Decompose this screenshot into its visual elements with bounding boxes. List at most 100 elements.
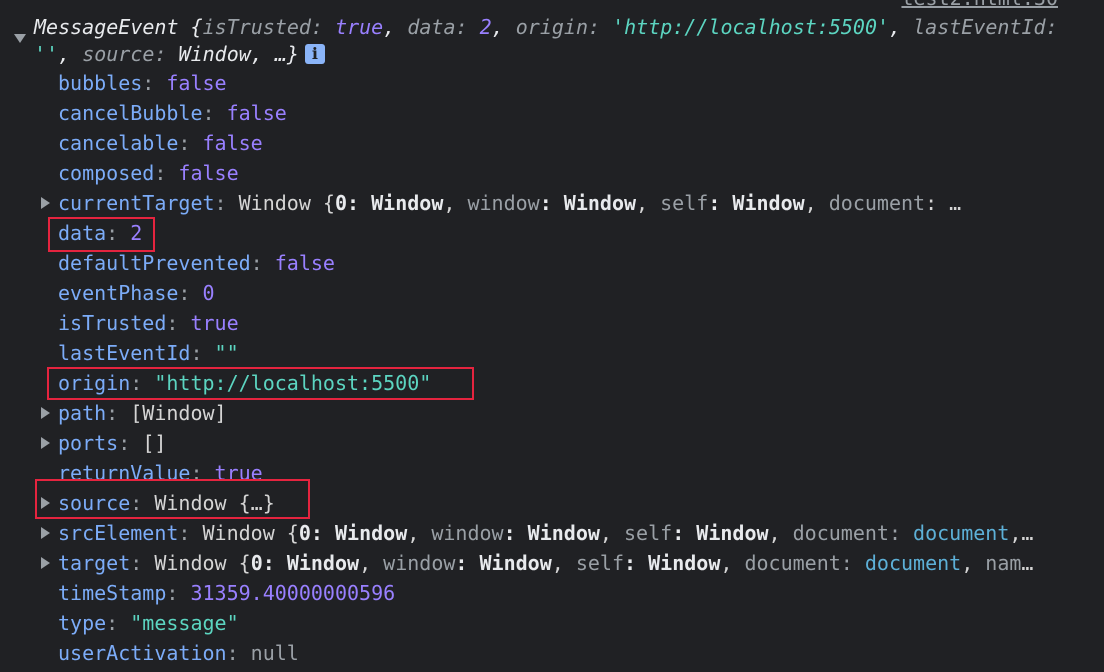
- property-value: false: [166, 71, 227, 95]
- preview-key: window: [431, 521, 504, 545]
- collapse-caret-icon[interactable]: [14, 34, 26, 43]
- preview-key: nam: [985, 551, 1022, 575]
- property-key: defaultPrevented: [58, 251, 251, 275]
- preview-key: self: [660, 191, 709, 215]
- colon: :: [166, 581, 191, 605]
- property-row-srcelement[interactable]: srcElement: Window {0: Window, window: W…: [58, 518, 1062, 548]
- property-row-cancelbubble: cancelBubble: false: [58, 98, 1062, 128]
- info-icon[interactable]: i: [304, 44, 325, 64]
- preview-class: Window: [154, 551, 227, 575]
- property-value: true: [190, 311, 239, 335]
- expand-triangle-icon[interactable]: [41, 197, 50, 209]
- property-row-lasteventid: lastEventId: "": [58, 338, 1062, 368]
- property-row-composed: composed: false: [58, 158, 1062, 188]
- preview-key: source: [82, 42, 155, 66]
- source-link[interactable]: test2.html:30: [901, 0, 1058, 10]
- property-value: [Window]: [130, 401, 227, 425]
- preview-key: lastEventId: [913, 15, 1046, 39]
- property-key: type: [58, 611, 107, 635]
- preview-value: Window: [334, 521, 408, 545]
- property-row-istrusted: isTrusted: true: [58, 308, 1062, 338]
- comma: ,: [359, 551, 384, 575]
- comma: ,: [961, 551, 986, 575]
- property-key: cancelBubble: [58, 101, 203, 125]
- colon: :: [587, 15, 613, 39]
- property-key: isTrusted: [58, 311, 167, 335]
- property-value: "": [214, 341, 239, 365]
- expand-triangle-icon[interactable]: [41, 437, 50, 449]
- property-row-defaultprevented: defaultPrevented: false: [58, 248, 1062, 278]
- property-row-ports[interactable]: ports: []: [58, 428, 1062, 458]
- preview-key: origin: [515, 15, 588, 39]
- highlight-box-origin: [47, 367, 474, 400]
- property-key: ports: [58, 431, 119, 455]
- property-value: false: [274, 251, 335, 275]
- preview-value: Window: [479, 551, 552, 575]
- colon: :: [178, 281, 203, 305]
- expand-triangle-icon[interactable]: [41, 557, 50, 569]
- preview-key: 0:: [334, 191, 372, 215]
- brace: {: [310, 191, 335, 215]
- property-value: null: [250, 641, 299, 665]
- preview-value: document: [913, 521, 1010, 545]
- colon: :: [672, 521, 697, 545]
- comma: ,: [889, 15, 914, 39]
- colon: :: [118, 431, 143, 455]
- property-key: eventPhase: [58, 281, 179, 305]
- property-key: path: [58, 401, 107, 425]
- property-row-timestamp: timeStamp: 31359.40000000596: [58, 578, 1062, 608]
- property-value: 31359.40000000596: [190, 581, 396, 605]
- preview-value: 2: [479, 15, 492, 39]
- preview-key: isTrusted: [202, 15, 311, 39]
- comma: ,: [443, 191, 468, 215]
- message-event-header[interactable]: MessageEvent {isTrusted: true, data: 2 , …: [34, 14, 1064, 68]
- preview-value: Window: [563, 191, 637, 215]
- comma: ,: [804, 191, 829, 215]
- property-row-data: data: 2: [58, 218, 1062, 248]
- colon: :: [202, 101, 227, 125]
- property-row-currenttarget[interactable]: currentTarget: Window {0: Window, window…: [58, 188, 1062, 218]
- comma: ,: [599, 521, 625, 545]
- property-row-type: type: "message": [58, 608, 1062, 638]
- preview-value: Window: [371, 191, 444, 215]
- property-key: bubbles: [58, 71, 143, 95]
- preview-value: Window: [732, 191, 805, 215]
- class-name: MessageEvent: [34, 15, 179, 39]
- brace: {: [274, 521, 299, 545]
- property-row-bubbles: bubbles: false: [58, 68, 1062, 98]
- property-key: currentTarget: [58, 191, 215, 215]
- property-row-useractivation: userActivation: null: [58, 638, 1062, 668]
- preview-key: 0:: [298, 521, 335, 545]
- property-row-path[interactable]: path: [Window]: [58, 398, 1062, 428]
- property-key: lastEventId: [58, 341, 191, 365]
- property-key: composed: [58, 161, 155, 185]
- colon: :: [250, 251, 275, 275]
- colon: :: [455, 15, 480, 39]
- colon: :: [455, 551, 480, 575]
- colon: :: [840, 551, 865, 575]
- colon: :: [130, 551, 155, 575]
- brace: {: [178, 15, 203, 39]
- colon: :: [888, 521, 914, 545]
- colon: :: [214, 191, 239, 215]
- comma: ,: [383, 15, 408, 39]
- comma: ,: [768, 521, 793, 545]
- expand-triangle-icon[interactable]: [41, 527, 50, 539]
- colon: :: [178, 131, 203, 155]
- property-value: false: [226, 101, 287, 125]
- property-key: target: [58, 551, 131, 575]
- ellipsis: ,…: [1009, 521, 1034, 545]
- property-key: cancelable: [58, 131, 179, 155]
- preview-value: Window: [286, 551, 360, 575]
- property-row-target[interactable]: target: Window {0: Window, window: Windo…: [58, 548, 1062, 578]
- colon: :: [1045, 15, 1058, 39]
- ellipsis: : …: [925, 191, 962, 215]
- ellipsis: …: [1021, 551, 1034, 575]
- highlight-box-source: [35, 479, 310, 519]
- preview-value: Window: [696, 521, 769, 545]
- expand-triangle-icon[interactable]: [41, 407, 50, 419]
- preview-key: 0:: [250, 551, 287, 575]
- property-value: "message": [130, 611, 239, 635]
- comma: ,: [491, 15, 516, 39]
- comma: ,: [551, 551, 576, 575]
